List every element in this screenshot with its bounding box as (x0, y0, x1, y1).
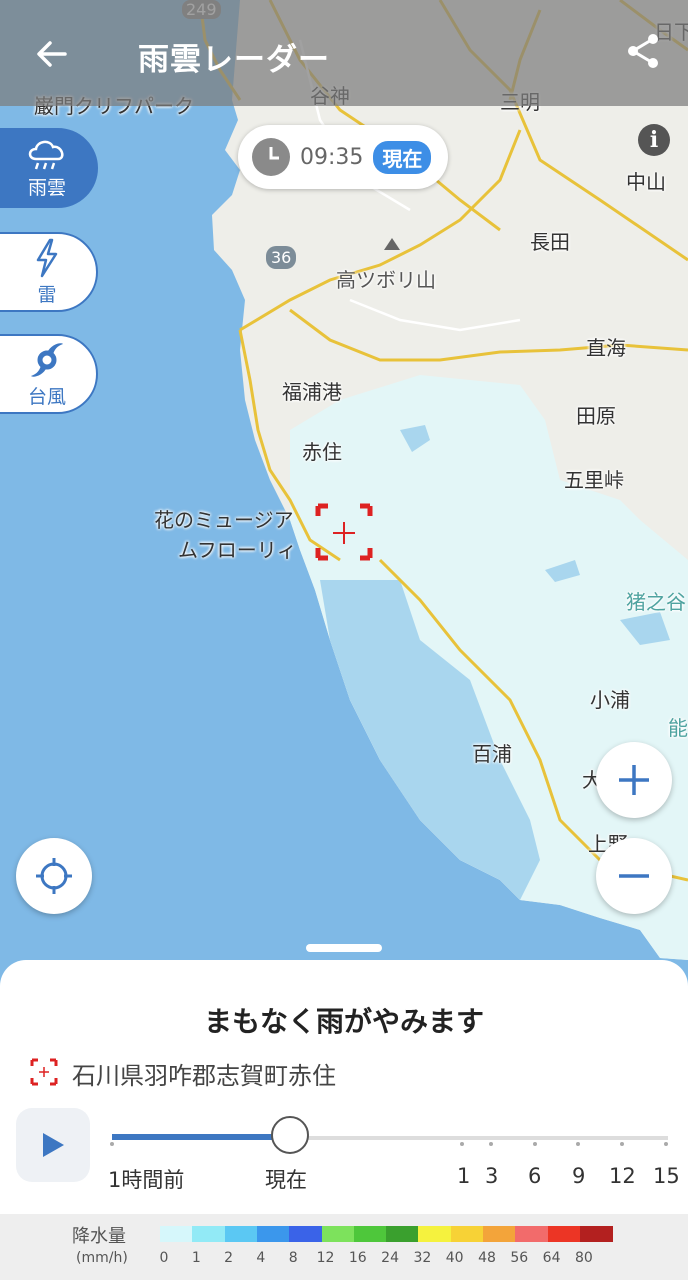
legend-swatch (160, 1226, 193, 1242)
timeline-dot (489, 1142, 493, 1146)
route-36-badge: 36 (266, 246, 297, 269)
side-tab-typhoon-label: 台風 (27, 385, 66, 408)
side-tab-typhoon[interactable]: 台風 (0, 334, 98, 414)
share-button[interactable] (618, 26, 668, 76)
top-app-bar (0, 0, 688, 106)
legend-swatch (386, 1226, 419, 1242)
now-badge: 現在 (373, 140, 432, 174)
legend-swatch (515, 1226, 549, 1242)
side-tab-thunder-label: 雷 (37, 283, 57, 306)
timeline-tick-now: 現在 (265, 1168, 307, 1192)
plus-icon (619, 765, 649, 795)
timeline-slider-handle[interactable] (270, 1116, 309, 1154)
side-tab-rain-label: 雨雲 (27, 176, 66, 199)
map-label-museum-line2: ムフローリィ (178, 538, 297, 562)
zoom-out-button[interactable] (596, 838, 672, 914)
map-label-no: 能 (668, 716, 688, 740)
legend-swatch (547, 1226, 581, 1242)
minus-icon (619, 874, 649, 878)
location-name: 石川県羽咋郡志賀町赤住 (72, 1062, 336, 1090)
arrow-left-icon (37, 41, 67, 67)
timeline-progress (112, 1134, 290, 1140)
current-time: 09:35 (300, 144, 364, 170)
time-indicator[interactable]: 09:35 現在 (238, 125, 448, 189)
map-label-nagata: 長田 (530, 230, 570, 254)
timeline-tick-3: 3 (485, 1164, 499, 1188)
legend-swatch (418, 1226, 452, 1242)
timeline-tick-6: 6 (528, 1164, 542, 1188)
crosshair-icon (36, 858, 72, 894)
share-icon (628, 34, 658, 68)
map-label-tabara: 田原 (576, 404, 616, 428)
map-label-museum-line1: 花のミュージア (154, 508, 294, 532)
timeline-dot (620, 1142, 624, 1146)
timeline-dot (460, 1142, 464, 1146)
legend-swatch (192, 1226, 226, 1242)
typhoon-icon (31, 342, 63, 377)
map-label-takatsubori: 高ツボリ山 (336, 268, 436, 292)
map-label-gorigao: 五里峠 (564, 468, 624, 492)
timeline-dot (576, 1142, 580, 1146)
sheet-drag-handle[interactable] (306, 944, 382, 952)
timeline-tick-1: 1 (457, 1164, 471, 1188)
timeline-tick-9: 9 (572, 1164, 586, 1188)
current-location-button[interactable] (16, 838, 92, 914)
legend-swatch (450, 1226, 484, 1242)
legend-swatch (353, 1226, 387, 1242)
play-button[interactable] (16, 1108, 90, 1182)
map-label-momoura: 百浦 (472, 742, 512, 766)
side-tab-rain[interactable]: 雨雲 (0, 128, 98, 208)
timeline-tick-15: 15 (653, 1164, 680, 1188)
legend-unit: (mm/h) (76, 1250, 128, 1266)
side-tab-thunder[interactable]: 雷 (0, 232, 98, 312)
rain-cloud-icon (28, 140, 64, 169)
map-label-nakayama: 中山 (626, 170, 666, 194)
page-title: 雨雲レーダー (138, 42, 330, 78)
timeline-tick-12: 12 (609, 1164, 636, 1188)
timeline-dot (664, 1142, 668, 1146)
precipitation-legend: 降水量 (mm/h) 0 1 2 4 8 12 16 24 32 40 48 56 64 80 (0, 1214, 688, 1280)
legend-value: 80 (574, 1250, 593, 1266)
map-label-inonotani: 猪之谷 (626, 590, 686, 614)
legend-swatch (256, 1226, 290, 1242)
lightning-icon (36, 238, 58, 277)
legend-swatch (224, 1226, 258, 1242)
timeline-dot (110, 1142, 114, 1146)
forecast-message: まもなく雨がやみます (203, 1005, 484, 1038)
info-button[interactable]: i (638, 124, 670, 156)
zoom-in-button[interactable] (596, 742, 672, 818)
play-icon (43, 1133, 64, 1157)
map-label-fukuraminato: 福浦港 (282, 380, 342, 404)
location-target-icon (30, 1058, 58, 1086)
legend-swatch (321, 1226, 355, 1242)
map-label-naomi: 直海 (586, 336, 626, 360)
info-icon: i (649, 127, 659, 153)
timeline-dot (533, 1142, 537, 1146)
legend-title: 降水量 (72, 1226, 126, 1247)
clock-icon (252, 138, 290, 176)
map-label-koura: 小浦 (590, 688, 630, 712)
back-button[interactable] (26, 28, 78, 80)
legend-swatch (483, 1226, 516, 1242)
legend-swatch (289, 1226, 322, 1242)
timeline-tick-1h-ago: 1時間前 (108, 1168, 185, 1192)
map-label-akasumi: 赤住 (302, 440, 342, 464)
legend-swatch (579, 1226, 613, 1242)
